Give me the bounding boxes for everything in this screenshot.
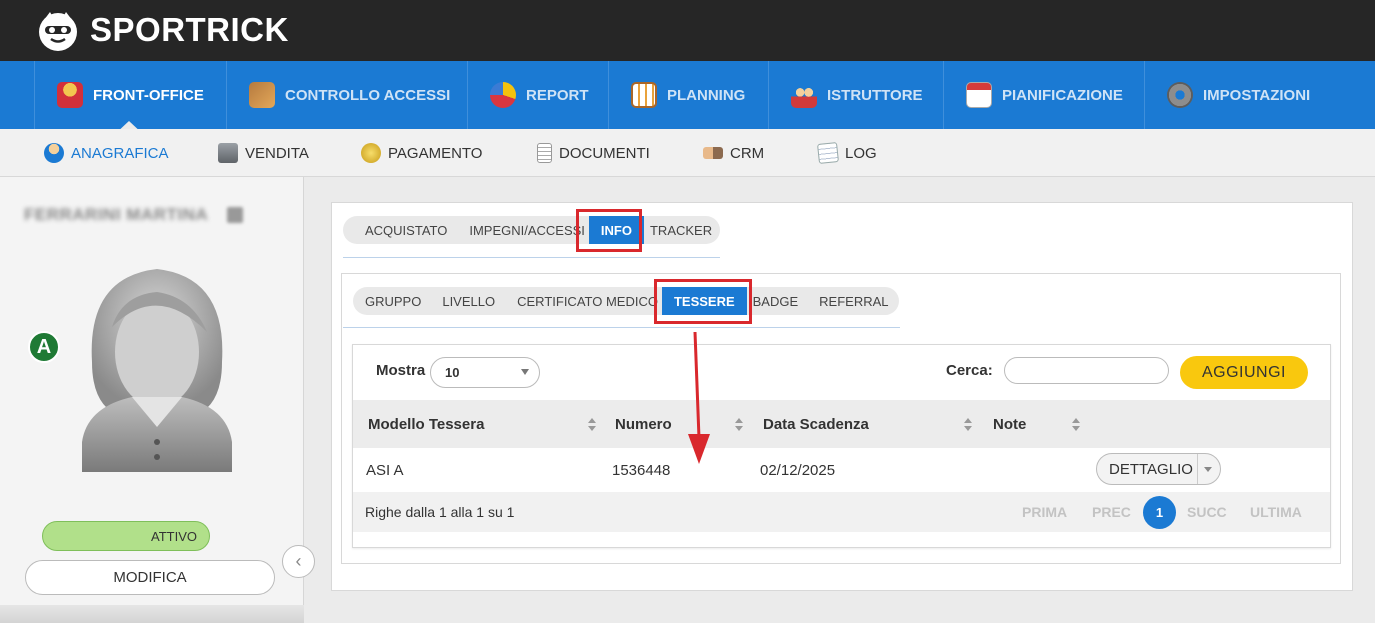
app-name: SPORTRICK bbox=[90, 11, 289, 48]
sort-icon[interactable] bbox=[588, 418, 596, 432]
column-header-data-scadenza[interactable]: Data Scadenza bbox=[763, 400, 869, 448]
cell-data-scadenza: 02/12/2025 bbox=[760, 461, 836, 479]
calendar-grid-icon bbox=[631, 82, 657, 108]
column-header-note[interactable]: Note bbox=[993, 400, 1026, 448]
panel-footer-bar bbox=[0, 605, 304, 623]
cell-numero: 1536448 bbox=[612, 461, 671, 479]
sort-icon[interactable] bbox=[1072, 418, 1080, 432]
member-name: FERRARINI MARTINA bbox=[24, 205, 209, 224]
pagination-prev[interactable]: PREC bbox=[1092, 492, 1131, 532]
chevron-left-icon: ‹ bbox=[295, 551, 302, 571]
tab-certificato-medico[interactable]: CERTIFICATO MEDICO bbox=[506, 287, 662, 315]
table-info: Righe dalla 1 alla 1 su 1 bbox=[365, 504, 515, 520]
detail-button[interactable]: DETTAGLIO bbox=[1096, 453, 1221, 485]
search-label: Cerca: bbox=[946, 362, 993, 379]
main-nav-impostazioni[interactable]: IMPOSTAZIONI bbox=[1144, 61, 1334, 129]
sub-nav-documenti[interactable]: DOCUMENTI bbox=[537, 129, 650, 177]
tab-referral[interactable]: REFERRAL bbox=[808, 287, 894, 315]
cell-modello: ASI A bbox=[366, 461, 404, 479]
show-entries-label: Mostra bbox=[376, 362, 426, 379]
cash-register-icon bbox=[218, 143, 238, 163]
profile-panel: FERRARINI MARTINA MODIFICA bbox=[0, 177, 304, 623]
main-nav-controllo-accessi[interactable]: CONTROLLO ACCESSI bbox=[226, 61, 467, 129]
tab-tracker[interactable]: TRACKER bbox=[644, 216, 718, 244]
sub-nav: ANAGRAFICA VENDITA PAGAMENTO DOCUMENTI C… bbox=[0, 129, 1375, 177]
split-divider bbox=[1197, 454, 1198, 484]
tabs-underline bbox=[343, 257, 720, 258]
main-nav-istruttore[interactable]: ISTRUTTORE bbox=[768, 61, 943, 129]
main-nav-report[interactable]: REPORT bbox=[467, 61, 608, 129]
highlight-box-info bbox=[576, 209, 642, 252]
sub-nav-anagrafica[interactable]: ANAGRAFICA bbox=[44, 129, 169, 177]
vcard-icon[interactable] bbox=[227, 207, 243, 223]
sub-nav-log[interactable]: LOG bbox=[817, 129, 877, 177]
column-header-numero[interactable]: Numero bbox=[615, 400, 672, 448]
chevron-down-icon bbox=[521, 369, 529, 375]
main-nav: FRONT-OFFICE CONTROLLO ACCESSI REPORT PL… bbox=[0, 61, 1375, 129]
gear-icon bbox=[1167, 82, 1193, 108]
access-control-icon bbox=[249, 82, 275, 108]
tab-badge[interactable]: BADGE bbox=[747, 287, 809, 315]
handshake-icon bbox=[703, 147, 723, 159]
table-footer: Righe dalla 1 alla 1 su 1 bbox=[353, 492, 1330, 532]
search-input[interactable] bbox=[1004, 357, 1169, 384]
calendar-icon bbox=[966, 82, 992, 108]
tab-impegni-accessi[interactable]: IMPEGNI/ACCESSI bbox=[459, 216, 589, 244]
sub-nav-vendita[interactable]: VENDITA bbox=[218, 129, 309, 177]
tabs-underline-2 bbox=[343, 327, 900, 328]
top-bar: SPORTRICK bbox=[0, 0, 1375, 61]
tab-livello[interactable]: LIVELLO bbox=[431, 287, 506, 315]
pagination-next[interactable]: SUCC bbox=[1187, 492, 1227, 532]
column-header-modello[interactable]: Modello Tessera bbox=[368, 400, 484, 448]
sort-icon[interactable] bbox=[735, 418, 743, 432]
document-icon bbox=[537, 143, 552, 163]
logo-mascot-icon bbox=[39, 12, 77, 51]
edit-profile-button[interactable]: MODIFICA bbox=[25, 560, 275, 595]
pagination-first[interactable]: PRIMA bbox=[1022, 492, 1067, 532]
chevron-down-icon[interactable] bbox=[1204, 466, 1212, 472]
main-nav-front-office[interactable]: FRONT-OFFICE bbox=[34, 61, 226, 129]
collapse-panel-button[interactable]: ‹ bbox=[282, 545, 315, 578]
user-icon bbox=[57, 82, 83, 108]
pagination-current-page[interactable]: 1 bbox=[1143, 496, 1176, 529]
notepad-icon bbox=[817, 142, 839, 164]
main-nav-planning[interactable]: PLANNING bbox=[608, 61, 768, 129]
status-letter-badge: A bbox=[28, 331, 60, 363]
table-header: Modello Tessera Numero Data Scadenza Not… bbox=[353, 400, 1330, 448]
avatar bbox=[82, 269, 232, 472]
coin-icon bbox=[361, 143, 381, 163]
main-nav-pianificazione[interactable]: PIANIFICAZIONE bbox=[943, 61, 1144, 129]
users-icon bbox=[791, 82, 817, 108]
add-button[interactable]: AGGIUNGI bbox=[1180, 356, 1308, 389]
sort-icon[interactable] bbox=[964, 418, 972, 432]
pie-chart-icon bbox=[490, 82, 516, 108]
sub-nav-pagamento[interactable]: PAGAMENTO bbox=[361, 129, 482, 177]
show-entries-select[interactable]: 10 bbox=[430, 357, 540, 388]
tabs-level1: ACQUISTATO IMPEGNI/ACCESSI INFO TRACKER bbox=[343, 216, 720, 244]
annotation-arrow-icon bbox=[688, 331, 710, 464]
tabs-level2: GRUPPO LIVELLO CERTIFICATO MEDICO TESSER… bbox=[353, 287, 899, 315]
highlight-box-tessere bbox=[654, 279, 752, 324]
pagination-last[interactable]: ULTIMA bbox=[1250, 492, 1302, 532]
tab-gruppo[interactable]: GRUPPO bbox=[363, 287, 431, 315]
sub-nav-crm[interactable]: CRM bbox=[703, 129, 764, 177]
app-logo[interactable]: SPORTRICK bbox=[34, 6, 289, 54]
status-badge: ATTIVO bbox=[42, 521, 210, 551]
tab-acquistato[interactable]: ACQUISTATO bbox=[353, 216, 459, 244]
person-icon bbox=[44, 143, 64, 163]
